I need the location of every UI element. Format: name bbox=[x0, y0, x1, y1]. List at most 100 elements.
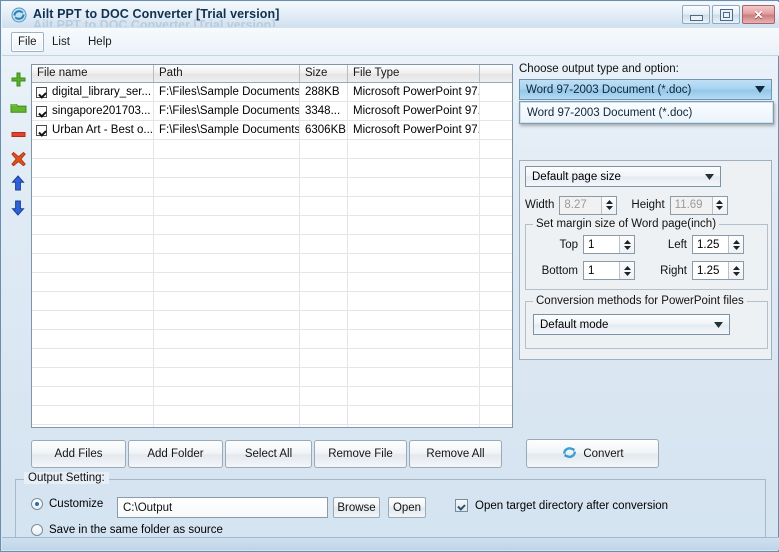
width-stepper[interactable]: 8.27 bbox=[559, 195, 618, 215]
table-row-empty[interactable] bbox=[32, 330, 512, 349]
application-window: Ailt PPT to DOC Converter [Trial version… bbox=[0, 0, 779, 552]
margin-top-value: 1 bbox=[588, 238, 595, 251]
margin-left-spin-buttons[interactable] bbox=[728, 236, 743, 253]
add-files-button[interactable]: Add Files bbox=[31, 440, 126, 468]
menu-item-list[interactable]: List bbox=[45, 33, 77, 51]
menu-item-file-label: File bbox=[18, 36, 37, 48]
table-row-empty[interactable] bbox=[32, 140, 512, 159]
title-bar: Ailt PPT to DOC Converter [Trial version… bbox=[2, 2, 779, 29]
output-type-dropdown-list[interactable]: Word 97-2003 Document (*.doc) bbox=[519, 101, 774, 124]
table-row-empty[interactable] bbox=[32, 425, 512, 427]
table-row-empty[interactable] bbox=[32, 197, 512, 216]
file-name-text: digital_library_ser... bbox=[52, 86, 152, 98]
table-row-empty[interactable] bbox=[32, 349, 512, 368]
menu-item-file[interactable]: File bbox=[11, 32, 44, 52]
conversion-mode-dropdown[interactable]: Default mode bbox=[533, 314, 730, 335]
table-row-empty[interactable] bbox=[32, 387, 512, 406]
browse-button[interactable]: Browse bbox=[333, 497, 380, 518]
remove-all-icon[interactable] bbox=[6, 146, 30, 170]
empty-cell bbox=[348, 292, 480, 310]
table-row-empty[interactable] bbox=[32, 159, 512, 178]
column-header-size[interactable]: Size bbox=[300, 65, 348, 82]
margin-bottom-spin-buttons[interactable] bbox=[619, 262, 634, 279]
height-stepper[interactable]: 11.69 bbox=[669, 195, 728, 215]
row-checkbox[interactable] bbox=[36, 86, 47, 98]
empty-cell bbox=[480, 368, 512, 386]
remove-file-button[interactable]: Remove File bbox=[314, 440, 407, 468]
add-file-icon[interactable] bbox=[6, 67, 30, 91]
empty-cell bbox=[32, 273, 154, 291]
table-row-empty[interactable] bbox=[32, 178, 512, 197]
table-row-empty[interactable] bbox=[32, 311, 512, 330]
add-folder-icon[interactable] bbox=[6, 95, 30, 119]
column-header-path[interactable]: Path bbox=[154, 65, 300, 82]
menu-item-help[interactable]: Help bbox=[81, 33, 119, 51]
column-header-file-type[interactable]: File Type bbox=[348, 65, 480, 82]
file-type-cell: Microsoft PowerPoint 97... bbox=[348, 121, 480, 139]
empty-cell bbox=[154, 425, 300, 427]
save-same-folder-radio[interactable] bbox=[31, 524, 43, 536]
minimize-button[interactable] bbox=[682, 5, 710, 24]
table-row-empty[interactable] bbox=[32, 368, 512, 387]
margin-right-stepper[interactable]: 1.25 bbox=[692, 261, 744, 280]
margin-left-label: Left bbox=[667, 238, 687, 251]
empty-cell bbox=[348, 235, 480, 253]
empty-cell bbox=[300, 197, 348, 215]
width-spin-buttons[interactable] bbox=[601, 196, 617, 214]
table-row-empty[interactable] bbox=[32, 406, 512, 425]
output-path-input[interactable]: C:\Output bbox=[117, 497, 328, 518]
open-target-checkbox[interactable] bbox=[455, 499, 468, 512]
table-row-empty[interactable] bbox=[32, 292, 512, 311]
add-folder-button[interactable]: Add Folder bbox=[128, 440, 223, 468]
empty-cell bbox=[480, 216, 512, 234]
table-row-empty[interactable] bbox=[32, 216, 512, 235]
empty-cell bbox=[480, 235, 512, 253]
page-size-dropdown[interactable]: Default page size bbox=[525, 166, 721, 187]
margin-bottom-stepper[interactable]: 1 bbox=[583, 261, 635, 280]
maximize-button[interactable] bbox=[712, 5, 740, 24]
table-row[interactable]: singapore201703... F:\Files\Sample Docum… bbox=[32, 102, 512, 121]
empty-cell bbox=[348, 311, 480, 329]
file-type-cell: Microsoft PowerPoint 97... bbox=[348, 102, 480, 120]
save-same-folder-radio-row[interactable]: Save in the same folder as source bbox=[31, 524, 223, 536]
add-files-label: Add Files bbox=[54, 448, 103, 460]
margin-top-stepper[interactable]: 1 bbox=[583, 235, 635, 254]
remove-file-icon[interactable] bbox=[6, 122, 30, 146]
remove-all-button[interactable]: Remove All bbox=[409, 440, 502, 468]
margin-right-spin-buttons[interactable] bbox=[728, 262, 743, 279]
move-down-icon[interactable] bbox=[6, 196, 30, 220]
file-type-cell: Microsoft PowerPoint 97... bbox=[348, 83, 480, 101]
table-row[interactable]: digital_library_ser... F:\Files\Sample D… bbox=[32, 83, 512, 102]
convert-button[interactable]: Convert bbox=[526, 439, 659, 468]
margin-top-spin-buttons[interactable] bbox=[619, 236, 634, 253]
open-button[interactable]: Open bbox=[388, 497, 426, 518]
empty-cell bbox=[32, 254, 154, 272]
move-up-icon[interactable] bbox=[6, 171, 30, 195]
margin-right-value: 1.25 bbox=[697, 264, 720, 277]
table-row-empty[interactable] bbox=[32, 235, 512, 254]
margin-left-stepper[interactable]: 1.25 bbox=[692, 235, 744, 254]
height-spin-buttons[interactable] bbox=[711, 196, 727, 214]
table-row-empty[interactable] bbox=[32, 273, 512, 292]
select-all-button[interactable]: Select All bbox=[225, 440, 312, 468]
empty-cell bbox=[154, 197, 300, 215]
output-type-option[interactable]: Word 97-2003 Document (*.doc) bbox=[520, 102, 773, 123]
table-row-empty[interactable] bbox=[32, 254, 512, 273]
output-type-dropdown[interactable]: Word 97-2003 Document (*.doc) bbox=[519, 79, 772, 100]
column-header-extra[interactable] bbox=[480, 65, 512, 82]
empty-cell bbox=[154, 178, 300, 196]
row-checkbox[interactable] bbox=[36, 124, 47, 136]
open-target-checkbox-row[interactable]: Open target directory after conversion bbox=[455, 499, 668, 512]
table-row[interactable]: Urban Art - Best o... F:\Files\Sample Do… bbox=[32, 121, 512, 140]
empty-cell bbox=[300, 387, 348, 405]
customize-radio-row[interactable]: Customize bbox=[31, 498, 103, 510]
empty-cell bbox=[32, 178, 154, 196]
close-button[interactable]: ✕ bbox=[742, 5, 775, 24]
file-list[interactable]: File name Path Size File Type digital_li… bbox=[31, 64, 513, 428]
customize-radio[interactable] bbox=[31, 498, 43, 510]
column-header-file-name[interactable]: File name bbox=[32, 65, 154, 82]
remove-file-label: Remove File bbox=[328, 448, 393, 460]
empty-cell bbox=[32, 235, 154, 253]
row-checkbox[interactable] bbox=[36, 105, 47, 117]
empty-cell bbox=[348, 349, 480, 367]
